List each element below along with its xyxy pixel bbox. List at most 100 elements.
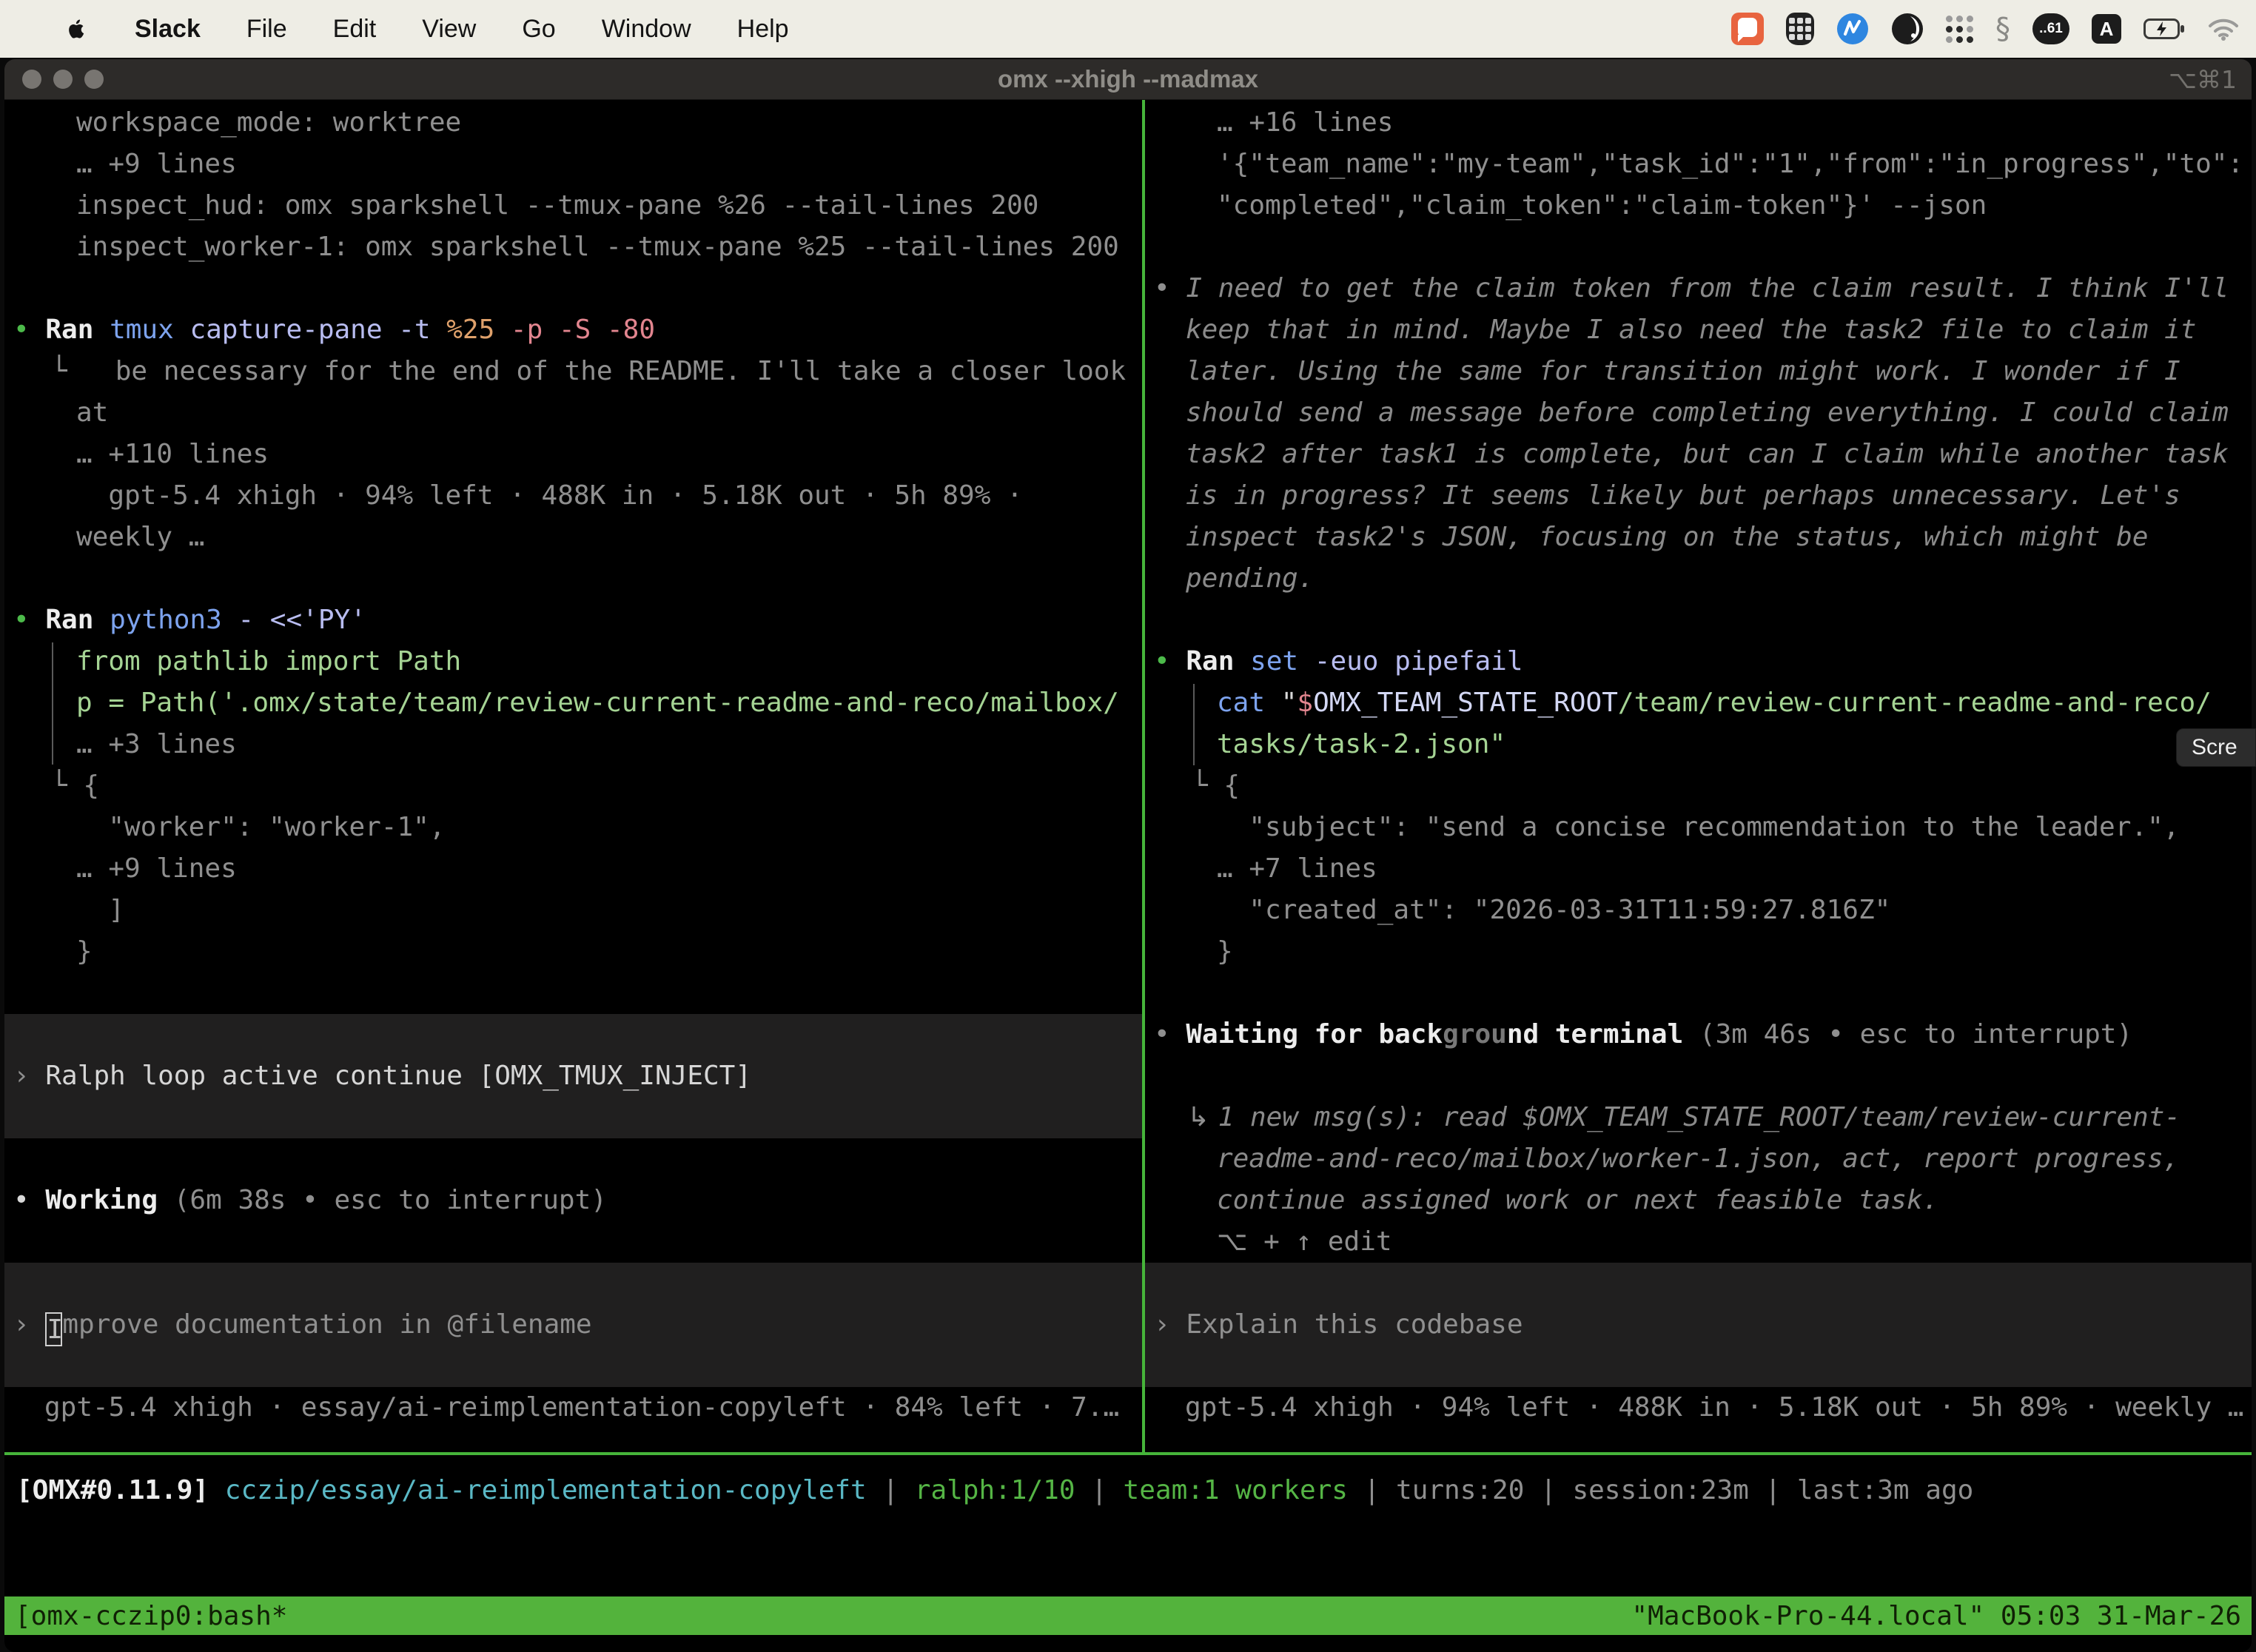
terminal-line: inspect_hud: omx sparkshell --tmux-pane … (4, 185, 1142, 226)
terminal-line: continue assigned work or next feasible … (1145, 1180, 2252, 1221)
menu-item-view[interactable]: View (422, 15, 476, 44)
window-titlebar[interactable]: omx --xhigh --madmax ⌥⌘1 (4, 59, 2252, 100)
blue-app-icon[interactable] (1836, 13, 1869, 45)
tmux-panes: workspace_mode: worktree… +9 linesinspec… (4, 100, 2252, 1452)
indent-guide (1193, 684, 1195, 765)
terminal-line: readme-and-reco/mailbox/worker-1.json, a… (1145, 1138, 2252, 1180)
tmux-session-label: [omx-cczip0:bash* (15, 1601, 287, 1631)
omx-hud-pane: [OMX#0.11.9] cczip/essay/ai-reimplementa… (4, 1455, 2252, 1596)
waiting-status: • Waiting for background terminal (3m 46… (1145, 1014, 2252, 1055)
menu-item-help[interactable]: Help (737, 15, 789, 44)
terminal-line (1145, 1346, 2252, 1387)
terminal-line: from pathlib import Path (4, 641, 1142, 682)
badge-61-icon[interactable]: ..61 (2032, 13, 2069, 44)
terminal-line: … +9 lines (4, 848, 1142, 890)
screen-record-icon[interactable] (1731, 13, 1764, 45)
input-source-icon[interactable]: A (2092, 14, 2121, 44)
terminal-line: ↳ 1 new msg(s): read $OMX_TEAM_STATE_ROO… (1145, 1097, 2252, 1138)
terminal-line (4, 973, 1142, 1014)
moon-circle-icon[interactable] (1891, 13, 1924, 45)
tmux-status-bar[interactable]: [omx-cczip0:bash* "MacBook-Pro-44.local"… (4, 1596, 2252, 1635)
terminal-line: keep that in mind. Maybe I also need the… (1145, 309, 2252, 351)
terminal-line: "completed","claim_token":"claim-token"}… (1145, 185, 2252, 226)
menu-status-icons: § ..61 A (1731, 12, 2256, 46)
notice-bar: › Ralph loop active continue [OMX_TMUX_I… (4, 1055, 1142, 1097)
terminal-line (4, 1138, 1142, 1180)
terminal-line (1145, 973, 2252, 1014)
working-status: • Working (6m 38s • esc to interrupt) (4, 1180, 1142, 1221)
terminal-line (4, 558, 1142, 600)
terminal-line: workspace_mode: worktree (4, 102, 1142, 144)
terminal-line: … +16 lines (1145, 102, 2252, 144)
terminal-line: should send a message before completing … (1145, 392, 2252, 434)
wifi-icon[interactable] (2207, 17, 2240, 41)
terminal-line: gpt-5.4 xhigh · 94% left · 488K in · 5.1… (4, 475, 1142, 517)
terminal-line: weekly … (4, 517, 1142, 558)
terminal-line: "subject": "send a concise recommendatio… (1145, 807, 2252, 848)
terminal-line (4, 268, 1142, 309)
terminal-line: … +110 lines (4, 434, 1142, 475)
terminal-line (1145, 1263, 2252, 1304)
terminal-line (4, 1221, 1142, 1263)
terminal-line: • Ran python3 - <<'PY' (4, 600, 1142, 641)
menu-item-edit[interactable]: Edit (333, 15, 377, 44)
terminal-line: p = Path('.omx/state/team/review-current… (4, 682, 1142, 724)
terminal-line: … +9 lines (4, 144, 1142, 185)
terminal-line: pending. (1145, 558, 2252, 600)
menu-items: Slack File Edit View Go Window Help (65, 15, 789, 44)
terminal-line: at (4, 392, 1142, 434)
terminal-line (1145, 226, 2252, 268)
squiggle-icon[interactable]: § (1995, 12, 2010, 46)
terminal-line: └ { (1145, 765, 2252, 807)
status-line: gpt-5.4 xhigh · essay/ai-reimplementatio… (4, 1387, 1142, 1428)
status-line: gpt-5.4 xhigh · 94% left · 488K in · 5.1… (1145, 1387, 2252, 1428)
terminal-line (1145, 1055, 2252, 1097)
window-shortcut-badge: ⌥⌘1 (2169, 59, 2237, 99)
terminal-line (4, 1346, 1142, 1387)
terminal-line (4, 1097, 1142, 1138)
terminal-line: ] (4, 890, 1142, 931)
menu-item-slack[interactable]: Slack (135, 15, 201, 44)
screen-tooltip: Scre (2176, 728, 2256, 767)
menu-item-file[interactable]: File (246, 15, 287, 44)
terminal-line (1145, 600, 2252, 641)
terminal-line: inspect_worker-1: omx sparkshell --tmux-… (4, 226, 1142, 268)
terminal-line: cat "$OMX_TEAM_STATE_ROOT/team/review-cu… (1145, 682, 2252, 724)
terminal-line: tasks/task-2.json" (1145, 724, 2252, 765)
terminal-line: … +7 lines (1145, 848, 2252, 890)
terminal-line: … +3 lines (4, 724, 1142, 765)
keyboard-grid-icon[interactable] (1786, 13, 1814, 45)
indent-guide (52, 642, 53, 765)
terminal-line: "worker": "worker-1", (4, 807, 1142, 848)
terminal-line (4, 1263, 1142, 1304)
menu-bar: Slack File Edit View Go Window Help § ..61 A (0, 0, 2256, 58)
terminal-line: } (4, 931, 1142, 973)
terminal-line: • Ran set -euo pipefail (1145, 641, 2252, 682)
terminal-window: omx --xhigh --madmax ⌥⌘1 workspace_mode:… (4, 59, 2252, 1652)
terminal-line: inspect task2's JSON, focusing on the st… (1145, 517, 2252, 558)
battery-icon[interactable] (2143, 19, 2185, 39)
prompt-input[interactable]: › Improve documentation in @filename (4, 1304, 1142, 1346)
prompt-input[interactable]: › Explain this codebase (1145, 1304, 2252, 1346)
window-title: omx --xhigh --madmax (4, 59, 2252, 99)
pane-left[interactable]: workspace_mode: worktree… +9 linesinspec… (4, 100, 1142, 1452)
apple-menu-icon[interactable] (65, 15, 89, 43)
pane-right[interactable]: … +16 lines'{"team_name":"my-team","task… (1145, 100, 2252, 1452)
screen-tooltip-label: Scre (2192, 735, 2237, 760)
menu-item-go[interactable]: Go (522, 15, 555, 44)
terminal-line: '{"team_name":"my-team","task_id":"1","f… (1145, 144, 2252, 185)
omx-status-line: [OMX#0.11.9] cczip/essay/ai-reimplementa… (4, 1470, 2252, 1511)
terminal-line: • Ran tmux capture-pane -t %25 -p -S -80 (4, 309, 1142, 351)
dots-grid-icon[interactable] (1946, 16, 1973, 43)
terminal-line: • I need to get the claim token from the… (1145, 268, 2252, 309)
terminal-line: } (1145, 931, 2252, 973)
terminal-line: task2 after task1 is complete, but can I… (1145, 434, 2252, 475)
terminal-line: └ { (4, 765, 1142, 807)
menu-item-window[interactable]: Window (602, 15, 691, 44)
tmux-host-clock: "MacBook-Pro-44.local" 05:03 31-Mar-26 (1631, 1601, 2241, 1631)
terminal-line: └ be necessary for the end of the README… (4, 351, 1142, 392)
terminal-line: later. Using the same for transition mig… (1145, 351, 2252, 392)
terminal-line: is in progress? It seems likely but perh… (1145, 475, 2252, 517)
terminal-line: "created_at": "2026-03-31T11:59:27.816Z" (1145, 890, 2252, 931)
terminal-line (4, 1014, 1142, 1055)
